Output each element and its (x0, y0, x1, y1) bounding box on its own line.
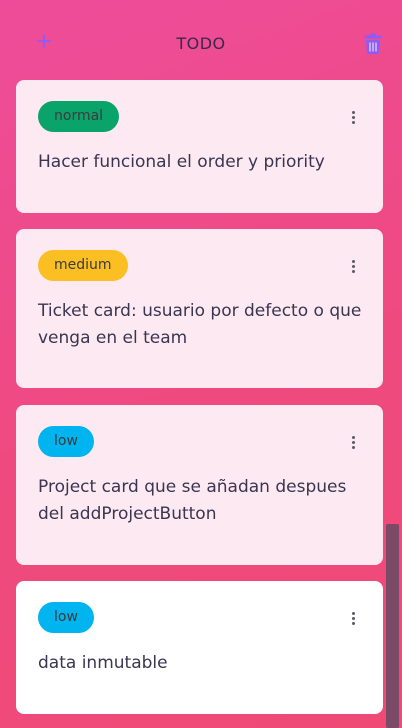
ticket-title: Hacer funcional el order y priority (38, 152, 325, 172)
ticket-card[interactable]: low data inmutable (16, 581, 383, 714)
ticket-card[interactable]: normal Hacer funcional el order y priori… (16, 80, 383, 213)
card-menu-button[interactable] (345, 108, 361, 126)
dot (351, 621, 355, 625)
dot (351, 259, 355, 263)
column-header: TODO (0, 0, 402, 88)
dot (351, 445, 355, 449)
ticket-card[interactable]: medium Ticket card: usuario por defecto … (16, 229, 383, 388)
priority-tag: low (38, 602, 94, 633)
dot (351, 120, 355, 124)
dot (351, 435, 355, 439)
dot (351, 440, 355, 444)
ticket-title: Ticket card: usuario por defecto o que v… (38, 301, 362, 348)
dot (351, 110, 355, 114)
card-menu-button[interactable] (345, 257, 361, 275)
priority-tag: low (38, 426, 94, 457)
card-menu-button[interactable] (345, 433, 361, 451)
ticket-title: Project card que se añadan despues del a… (38, 477, 347, 524)
priority-tag: normal (38, 101, 120, 132)
column-title: TODO (176, 34, 226, 53)
dot (351, 616, 355, 620)
priority-tag: medium (38, 250, 128, 281)
ticket-card[interactable]: low Project card que se añadan despues d… (16, 405, 383, 565)
dot (351, 115, 355, 119)
ticket-title: data inmutable (38, 653, 168, 673)
delete-column-button[interactable] (361, 30, 385, 58)
card-menu-button[interactable] (345, 609, 361, 627)
dot (351, 611, 355, 615)
trash-icon (364, 33, 382, 54)
dot (351, 264, 355, 268)
scrollbar-thumb[interactable] (386, 524, 399, 728)
dot (351, 269, 355, 273)
